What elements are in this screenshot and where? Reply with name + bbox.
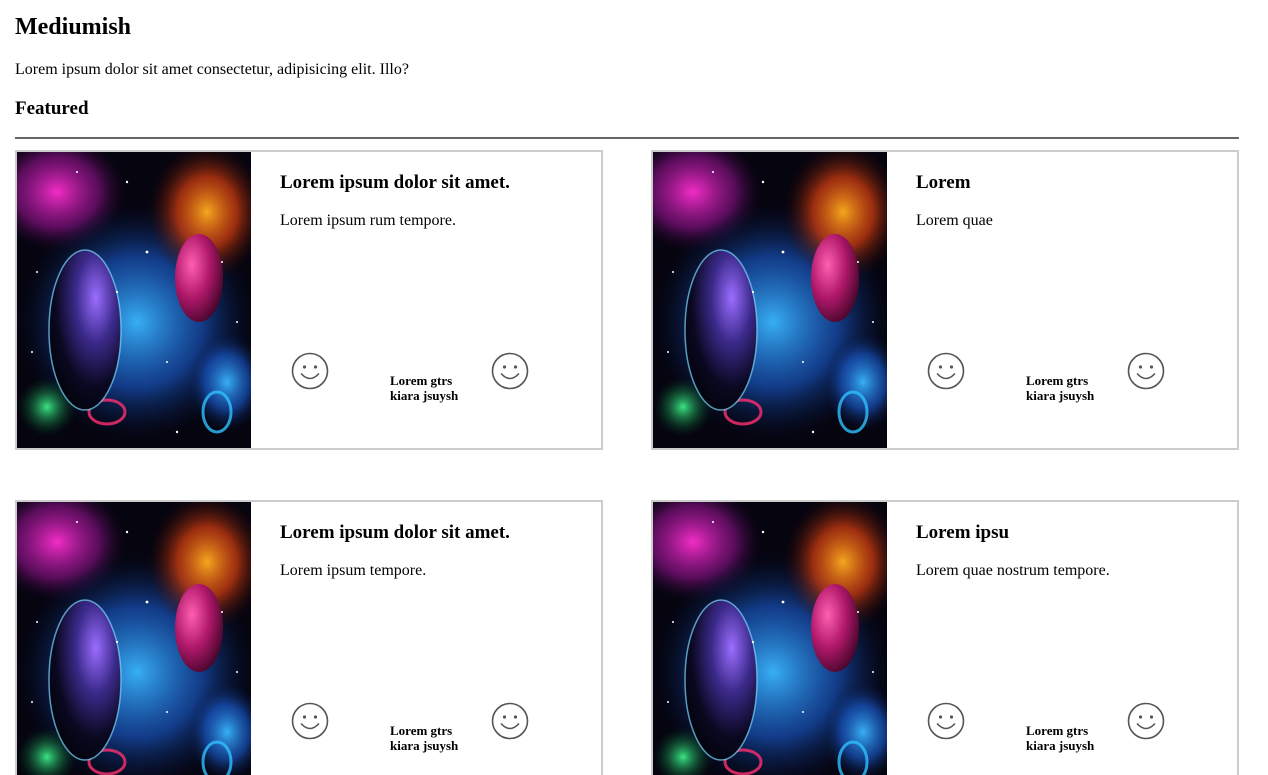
card-excerpt: Lorem quae nostrum tempore. [916, 562, 1110, 579]
featured-card[interactable]: Lorem ipsu Lorem quae nostrum tempore. L… [651, 500, 1239, 775]
space-thumbnail-image[interactable] [653, 502, 887, 775]
smiley-icon [291, 352, 329, 390]
author-line-2: kiara jsuysh [390, 738, 459, 753]
card-excerpt: Lorem quae [916, 212, 993, 229]
featured-card[interactable]: Lorem ipsum dolor sit amet. Lorem ipsum … [15, 150, 603, 450]
space-thumbnail-image[interactable] [653, 152, 887, 448]
section-divider [15, 137, 1239, 139]
card-excerpt: Lorem ipsum tempore. [280, 562, 427, 579]
featured-card[interactable]: Lorem Lorem quae Lorem gtrs kiara jsuysh [651, 150, 1239, 450]
author-line-2: kiara jsuysh [1026, 738, 1095, 753]
smiley-icon [927, 352, 965, 390]
site-title: Mediumish [15, 14, 132, 40]
space-thumbnail-image[interactable] [17, 502, 251, 775]
smiley-icon [1127, 702, 1165, 740]
smiley-icon [291, 702, 329, 740]
smiley-icon [491, 702, 529, 740]
card-title[interactable]: Lorem [916, 171, 971, 195]
card-title[interactable]: Lorem ipsum dolor sit amet. [280, 521, 510, 545]
smiley-icon [1127, 352, 1165, 390]
card-title[interactable]: Lorem ipsu [916, 521, 1009, 545]
author-line-2: kiara jsuysh [390, 388, 459, 403]
section-title-featured: Featured [15, 98, 89, 119]
intro-text: Lorem ipsum dolor sit amet consectetur, … [15, 61, 409, 78]
card-title[interactable]: Lorem ipsum dolor sit amet. [280, 171, 510, 195]
space-thumbnail-image[interactable] [17, 152, 251, 448]
featured-card[interactable]: Lorem ipsum dolor sit amet. Lorem ipsum … [15, 500, 603, 775]
smiley-icon [491, 352, 529, 390]
smiley-icon [927, 702, 965, 740]
author-line-2: kiara jsuysh [1026, 388, 1095, 403]
page: Mediumish Lorem ipsum dolor sit amet con… [0, 0, 1268, 775]
card-excerpt: Lorem ipsum rum tempore. [280, 212, 456, 229]
